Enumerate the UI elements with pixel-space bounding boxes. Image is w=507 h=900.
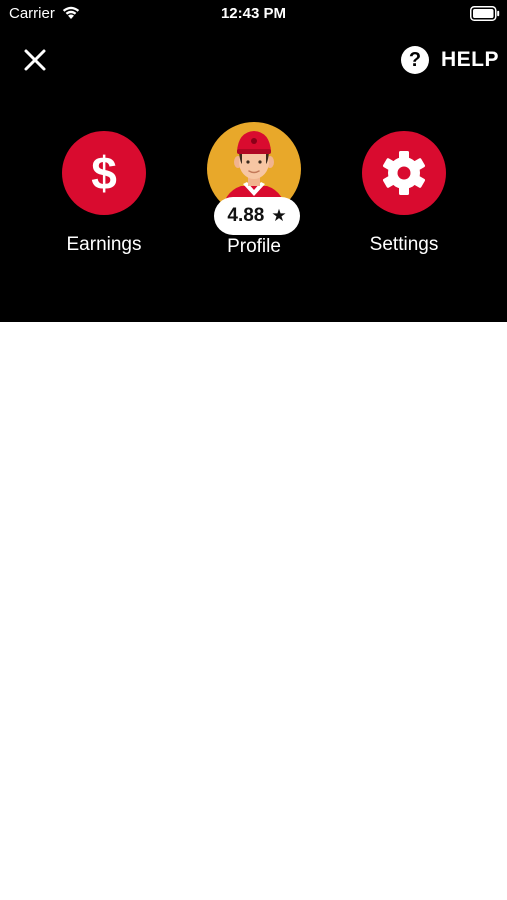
rating-badge: 4.88 ★	[214, 197, 300, 235]
rating-value: 4.88	[227, 205, 265, 226]
help-button[interactable]: ? HELP	[401, 44, 499, 76]
earnings-label: Earnings	[66, 234, 142, 255]
profile-label: Profile	[227, 236, 281, 257]
question-circle-icon: ?	[401, 46, 429, 74]
help-label: HELP	[441, 48, 500, 71]
header-panel: Carrier 12:43 PM ? HELP $ Earnings 4.88 …	[0, 0, 507, 322]
star-icon: ★	[271, 206, 287, 225]
app-screen: Carrier 12:43 PM ? HELP $ Earnings 4.88 …	[0, 0, 507, 900]
battery-icon	[470, 6, 500, 21]
close-icon	[24, 49, 46, 71]
status-bar: Carrier 12:43 PM	[0, 0, 507, 28]
status-time: 12:43 PM	[220, 5, 287, 22]
dollar-icon: $	[91, 147, 117, 199]
gear-icon	[382, 151, 426, 195]
settings-label: Settings	[369, 234, 439, 255]
close-button[interactable]	[20, 45, 50, 75]
